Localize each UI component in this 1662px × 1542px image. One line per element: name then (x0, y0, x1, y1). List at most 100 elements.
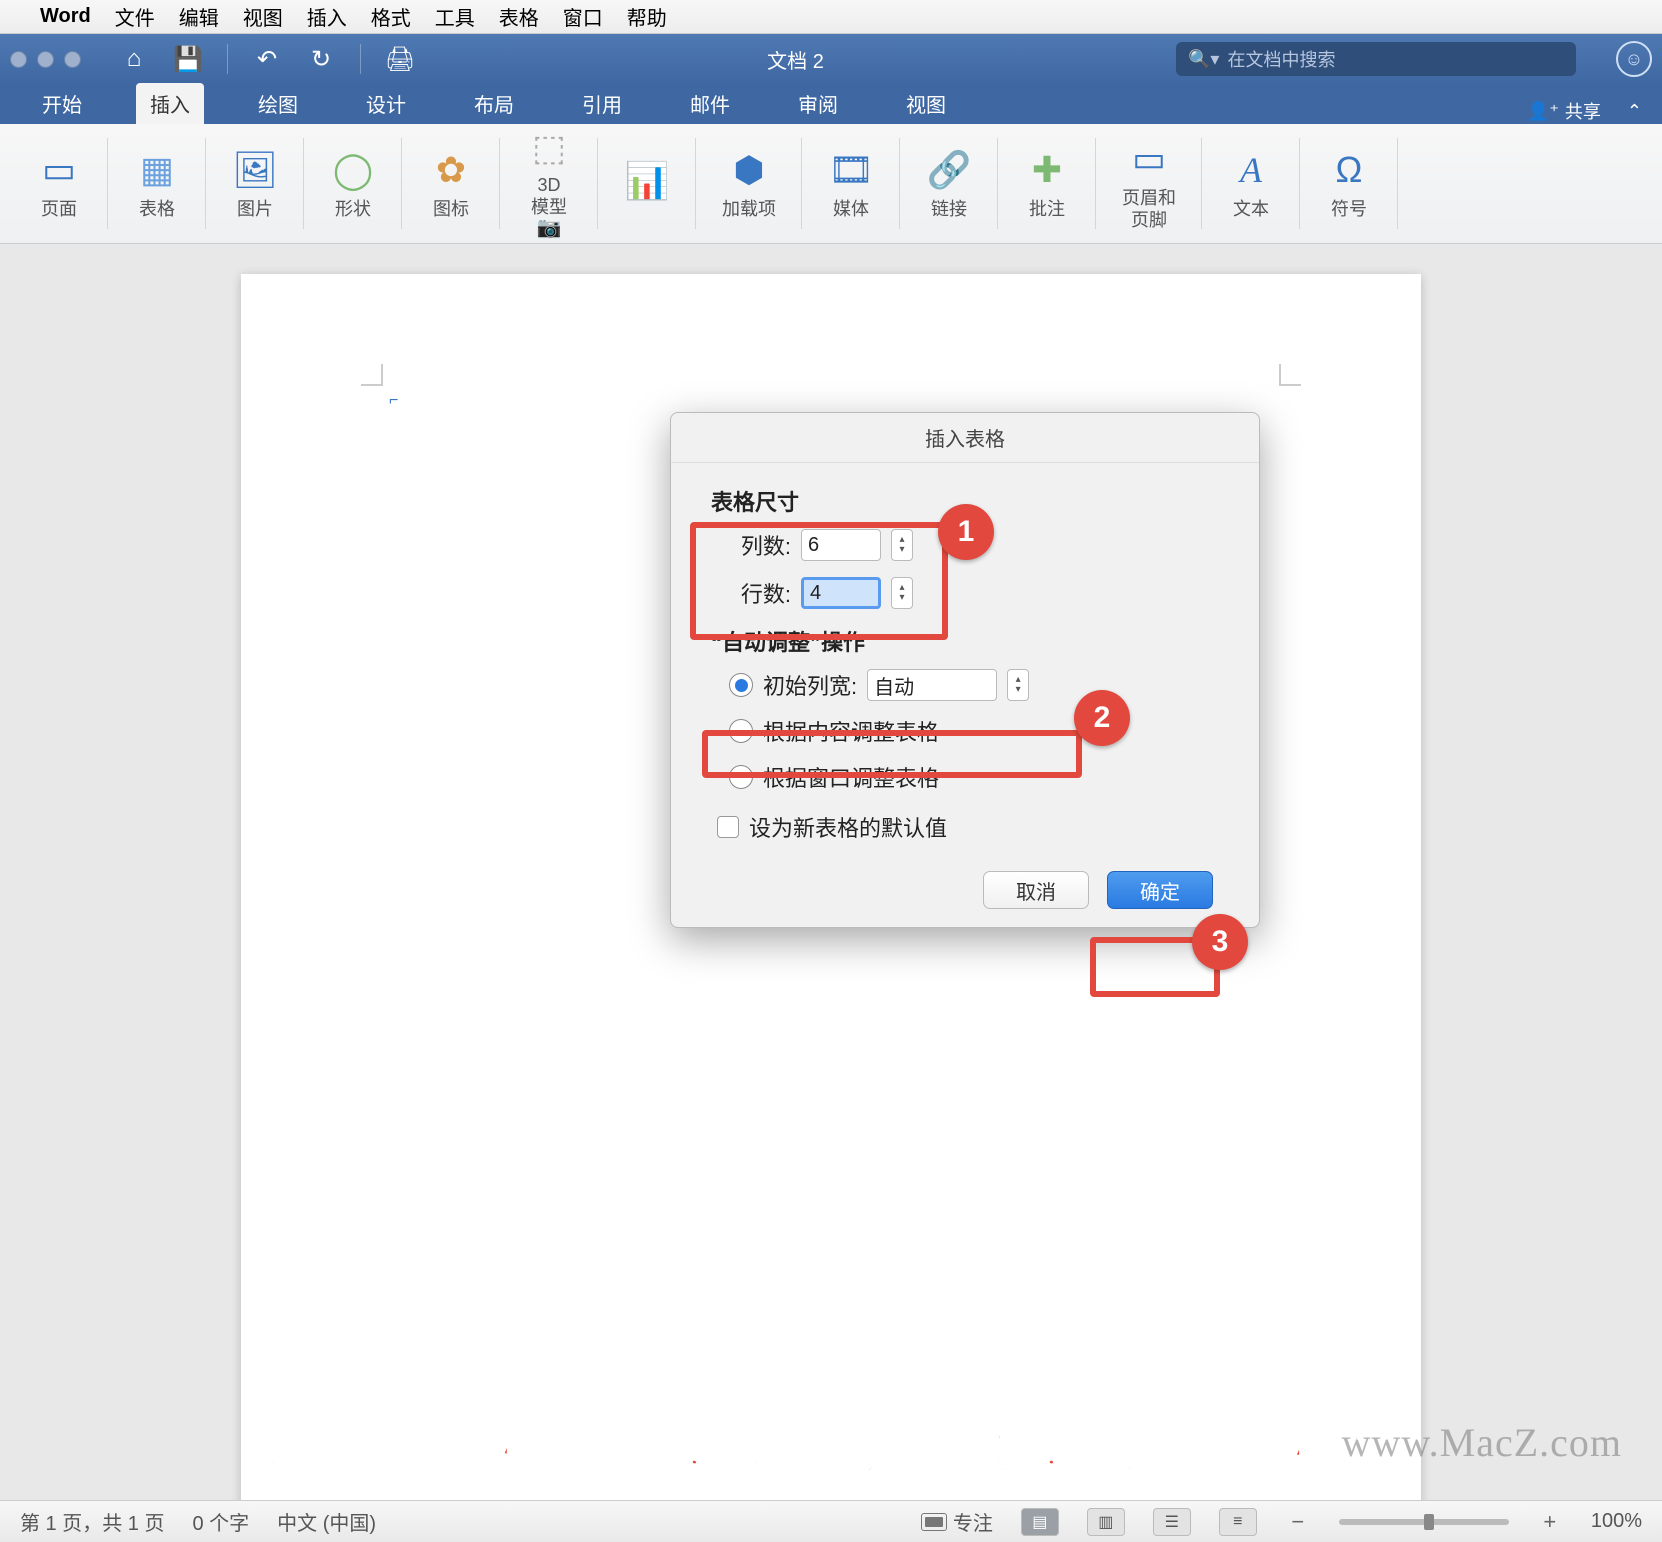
tab-layout[interactable]: 布局 (460, 83, 528, 124)
cols-input[interactable]: 6 (801, 529, 881, 561)
symbol-icon: Ω (1326, 147, 1372, 193)
rows-input[interactable]: 4 (801, 577, 881, 609)
ribbon-picture[interactable]: 🖼图片 (206, 124, 304, 243)
ribbon-media[interactable]: 🎞媒体 (802, 124, 900, 243)
view-draft-button[interactable]: ≡ (1219, 1508, 1257, 1536)
share-button[interactable]: 👤⁺共享⌃ (1527, 98, 1642, 124)
menu-file[interactable]: 文件 (115, 2, 155, 31)
status-page[interactable]: 第 1 页，共 1 页 (20, 1507, 164, 1536)
margin-marker (361, 364, 383, 386)
home-icon[interactable]: ⌂ (119, 44, 149, 74)
ribbon-shapes[interactable]: ◯形状 (304, 124, 402, 243)
status-language[interactable]: 中文 (中国) (277, 1507, 376, 1536)
ribbon-pages[interactable]: ▭页面 (10, 124, 108, 243)
camera-icon: 📷 (537, 215, 562, 240)
cols-stepper[interactable]: ▴▾ (891, 529, 913, 561)
search-input[interactable]: 🔍▾ 在文档中搜索 (1176, 42, 1576, 76)
initial-width-stepper[interactable]: ▴▾ (1007, 669, 1029, 701)
link-icon: 🔗 (926, 147, 972, 193)
undo-icon[interactable]: ↶ (252, 44, 282, 74)
tab-design[interactable]: 设计 (352, 83, 420, 124)
ribbon-table[interactable]: ▦表格 (108, 124, 206, 243)
tab-references[interactable]: 引用 (568, 83, 636, 124)
rows-label: 行数: (729, 577, 791, 609)
chart-icon: 📊 (624, 158, 670, 204)
tab-draw[interactable]: 绘图 (244, 83, 312, 124)
focus-icon (921, 1513, 947, 1531)
default-checkbox[interactable] (717, 816, 739, 838)
view-web-layout-button[interactable]: ▥ (1087, 1508, 1125, 1536)
cancel-button[interactable]: 取消 (983, 871, 1089, 909)
ribbon-comment[interactable]: ✚批注 (998, 124, 1096, 243)
zoom-slider[interactable] (1339, 1519, 1509, 1525)
menu-view[interactable]: 视图 (243, 2, 283, 31)
view-print-layout-button[interactable]: ▤ (1021, 1508, 1059, 1536)
cols-label: 列数: (729, 529, 791, 561)
shapes-icon: ◯ (330, 147, 376, 193)
tab-home[interactable]: 开始 (28, 83, 96, 124)
search-placeholder: 在文档中搜索 (1227, 46, 1335, 72)
text-cursor: ⌐ (389, 392, 398, 410)
status-word-count[interactable]: 0 个字 (192, 1507, 249, 1536)
annotation-badge-2: 2 (1074, 690, 1130, 746)
zoom-in-button[interactable]: + (1537, 1509, 1563, 1535)
menu-tools[interactable]: 工具 (435, 2, 475, 31)
ribbon-links[interactable]: 🔗链接 (900, 124, 998, 243)
focus-mode-button[interactable]: 专注 (921, 1507, 993, 1536)
text-icon: A (1228, 147, 1274, 193)
print-icon[interactable]: 🖨 (385, 44, 415, 74)
headerfooter-icon: ▭ (1126, 136, 1172, 182)
ribbon-text[interactable]: A文本 (1202, 124, 1300, 243)
ribbon-tabs: 开始 插入 绘图 设计 布局 引用 邮件 审阅 视图 👤⁺共享⌃ (0, 84, 1662, 124)
menu-window[interactable]: 窗口 (563, 2, 603, 31)
cube-icon: ⬚ (526, 127, 572, 169)
table-icon: ▦ (134, 147, 180, 193)
annotation-badge-1: 1 (938, 504, 994, 560)
ribbon-3dmodel[interactable]: ⬚3D 模型📷 (500, 124, 598, 243)
watermark: www.MacZ.com (1342, 1419, 1622, 1466)
addin-icon: ⬢ (726, 147, 772, 193)
mac-menu-bar: Word 文件 编辑 视图 插入 格式 工具 表格 窗口 帮助 (0, 0, 1662, 34)
user-avatar-icon[interactable]: ☺ (1616, 41, 1652, 77)
menu-format[interactable]: 格式 (371, 2, 411, 31)
zoom-out-button[interactable]: − (1285, 1509, 1311, 1535)
ribbon-symbols[interactable]: Ω符号 (1300, 124, 1398, 243)
ribbon-addins[interactable]: ⬢加载项 (696, 124, 802, 243)
ok-button[interactable]: 确定 (1107, 871, 1213, 909)
tab-mailings[interactable]: 邮件 (676, 83, 744, 124)
search-icon: 🔍▾ (1188, 49, 1219, 70)
menu-edit[interactable]: 编辑 (179, 2, 219, 31)
redo-icon[interactable]: ↻ (306, 44, 336, 74)
menu-table[interactable]: 表格 (499, 2, 539, 31)
menu-help[interactable]: 帮助 (627, 2, 667, 31)
title-bar: ⌂ 💾 ↶ ↻ 🖨 文档 2 🔍▾ 在文档中搜索 ☺ (0, 34, 1662, 84)
rows-stepper[interactable]: ▴▾ (891, 577, 913, 609)
window-controls[interactable] (10, 51, 81, 68)
menu-insert[interactable]: 插入 (307, 2, 347, 31)
save-icon[interactable]: 💾 (173, 44, 203, 74)
annotation-badge-3: 3 (1192, 914, 1248, 970)
radio-initial-label: 初始列宽: (763, 669, 857, 701)
ribbon-chart[interactable]: 📊 (598, 124, 696, 243)
radio-initial-width[interactable] (729, 673, 753, 697)
view-outline-button[interactable]: ☰ (1153, 1508, 1191, 1536)
app-name[interactable]: Word (40, 5, 91, 28)
tab-view[interactable]: 视图 (892, 83, 960, 124)
radio-fit-content[interactable] (729, 719, 753, 743)
ribbon: ▭页面 ▦表格 🖼图片 ◯形状 ✿图标 ⬚3D 模型📷 📊 ⬢加载项 🎞媒体 🔗… (0, 124, 1662, 244)
icon-icon: ✿ (428, 147, 474, 193)
radio-fit-content-label: 根据内容调整表格 (763, 715, 939, 747)
tab-review[interactable]: 审阅 (784, 83, 852, 124)
margin-marker (1279, 364, 1301, 386)
initial-width-input[interactable]: 自动 (867, 669, 997, 701)
zoom-level[interactable]: 100% (1591, 1510, 1642, 1533)
radio-fit-window[interactable] (729, 765, 753, 789)
picture-icon: 🖼 (232, 147, 278, 193)
insert-table-dialog: 插入表格 表格尺寸 列数: 6 ▴▾ 行数: 4 ▴▾ “自动调整”操作 初始列… (670, 412, 1260, 928)
media-icon: 🎞 (828, 147, 874, 193)
section-autofit: “自动调整”操作 (711, 625, 1219, 657)
collapse-ribbon-icon[interactable]: ⌃ (1627, 101, 1642, 122)
ribbon-headerfooter[interactable]: ▭页眉和 页脚 (1096, 124, 1202, 243)
ribbon-icons[interactable]: ✿图标 (402, 124, 500, 243)
tab-insert[interactable]: 插入 (136, 83, 204, 124)
